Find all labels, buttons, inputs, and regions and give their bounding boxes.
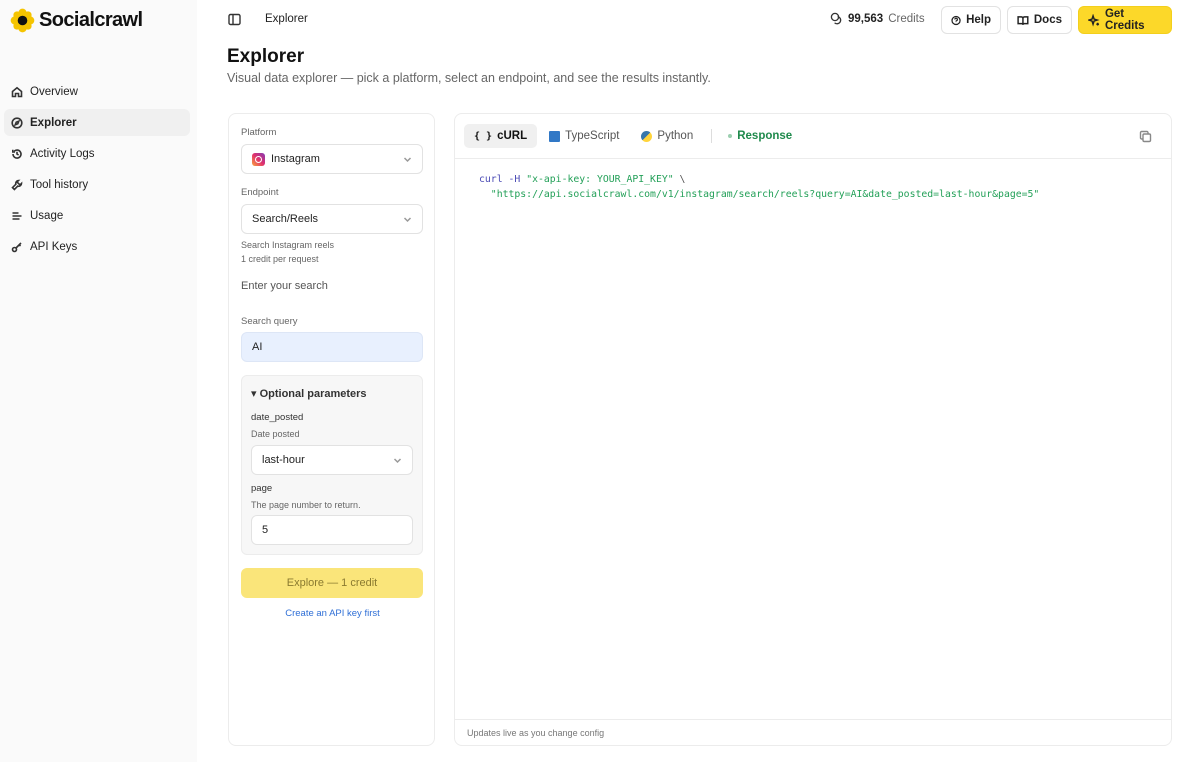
credits-display: 99,563 Credits	[830, 12, 925, 25]
chevron-down-icon	[403, 217, 412, 223]
platform-label: Platform	[241, 127, 277, 138]
sidebar-item-label: Activity Logs	[30, 147, 95, 160]
platform-value: Instagram	[271, 153, 320, 165]
sidebar-item-label: Tool history	[30, 178, 89, 191]
page-subtitle: Visual data explorer — pick a platform, …	[227, 71, 711, 85]
code-tabs: { } cURL TypeScript Python Response	[464, 123, 804, 149]
sidebar-item-tool-history[interactable]: Tool history	[4, 171, 190, 198]
tab-typescript[interactable]: TypeScript	[539, 124, 629, 148]
key-icon	[11, 241, 22, 252]
page-title: Explorer	[227, 46, 305, 67]
top-header: Explorer 99,563 Credits Help Docs Get Cr…	[197, 0, 1200, 40]
sidebar-item-api-keys[interactable]: API Keys	[4, 233, 190, 260]
enter-search-heading: Enter your search	[241, 280, 328, 292]
history-icon	[12, 148, 22, 159]
sparkle-icon	[1088, 13, 1100, 27]
page-number-value: 5	[262, 524, 269, 536]
get-credits-label: Get Credits	[1104, 8, 1145, 32]
tab-curl[interactable]: { } cURL	[464, 124, 538, 148]
explore-button[interactable]: Explore — 1 credit	[241, 568, 423, 598]
endpoint-cost: 1 credit per request	[241, 254, 319, 264]
page-description: The page number to return.	[251, 500, 361, 510]
tab-python[interactable]: Python	[631, 124, 703, 148]
optional-parameters-section: ▾ Optional parameters date_posted Date p…	[241, 375, 423, 555]
sidebar-item-usage[interactable]: Usage	[4, 202, 190, 229]
sidebar-item-explorer[interactable]: Explorer	[4, 109, 190, 136]
brand-name: Socialcrawl	[39, 9, 143, 31]
sidebar-nav: Overview Explorer Activity Logs Tool his…	[4, 78, 190, 264]
tab-response[interactable]: Response	[718, 124, 802, 148]
date-posted-select[interactable]: last-hour	[251, 445, 413, 475]
code-header-string: "x-api-key: YOUR_API_KEY"	[526, 174, 674, 185]
typescript-icon	[549, 130, 561, 142]
code-line-continuation: \	[673, 174, 686, 185]
optional-parameters-toggle[interactable]: ▾ Optional parameters	[251, 387, 367, 400]
tab-label: Response	[737, 130, 793, 142]
docs-label: Docs	[1033, 14, 1062, 26]
config-panel: Platform Instagram Endpoint Search/Reels…	[228, 113, 435, 746]
code-footer-divider	[455, 719, 1171, 720]
compass-icon	[11, 116, 23, 129]
platform-select[interactable]: Instagram	[241, 144, 423, 174]
help-button[interactable]: Help	[941, 6, 1001, 34]
search-query-input[interactable]: AI	[241, 332, 423, 362]
chevron-down-icon	[393, 458, 402, 464]
coins-icon	[830, 12, 842, 25]
endpoint-value: Search/Reels	[252, 213, 319, 225]
live-update-note: Updates live as you change config	[467, 728, 605, 738]
get-credits-button[interactable]: Get Credits	[1078, 6, 1172, 34]
code-url-string: "https://api.socialcrawl.com/v1/instagra…	[479, 189, 1040, 200]
sidebar-toggle-icon[interactable]	[228, 13, 241, 26]
list-icon	[12, 211, 22, 220]
create-api-key-link[interactable]: Create an API key first	[229, 608, 436, 619]
sidebar-item-label: Usage	[30, 209, 64, 222]
breadcrumb: Explorer	[265, 13, 308, 25]
instagram-icon	[252, 152, 265, 166]
tab-label: Python	[657, 130, 694, 142]
search-query-value: AI	[252, 341, 263, 353]
home-icon	[11, 86, 23, 97]
copy-icon[interactable]	[1139, 130, 1152, 143]
sidebar-item-overview[interactable]: Overview	[4, 78, 190, 105]
sidebar-item-activity-logs[interactable]: Activity Logs	[4, 140, 190, 167]
page-key: page	[251, 483, 273, 494]
sidebar-item-label: Explorer	[30, 116, 77, 129]
code-panel-divider	[455, 158, 1171, 159]
credits-label: Credits	[888, 12, 925, 25]
wrench-icon	[11, 179, 23, 191]
date-posted-value: last-hour	[262, 454, 305, 466]
braces-icon: { }	[474, 130, 493, 142]
code-snippet: curl -H "x-api-key: YOUR_API_KEY" \ "htt…	[479, 172, 1039, 202]
status-dot-icon	[728, 134, 733, 138]
date-posted-key: date_posted	[251, 412, 304, 423]
main-content: Explorer Visual data explorer — pick a p…	[197, 40, 1200, 762]
sidebar-item-label: API Keys	[30, 240, 78, 253]
help-circle-icon	[951, 15, 961, 25]
code-panel: { } cURL TypeScript Python Response curl…	[454, 113, 1172, 746]
tab-label: cURL	[497, 130, 528, 142]
endpoint-description: Search Instagram reels	[241, 240, 335, 250]
sidebar-item-label: Overview	[30, 85, 78, 98]
sidebar: Socialcrawl Overview Explorer Activity L…	[0, 0, 197, 762]
brand-logo[interactable]: Socialcrawl	[10, 8, 143, 33]
tab-label: TypeScript	[565, 130, 620, 142]
search-query-label: Search query	[241, 316, 298, 327]
docs-button[interactable]: Docs	[1007, 6, 1072, 34]
help-label: Help	[966, 14, 991, 26]
book-open-icon	[1017, 15, 1029, 25]
code-command: curl -H	[479, 174, 527, 185]
endpoint-label: Endpoint	[241, 187, 279, 198]
logo-icon	[10, 8, 35, 33]
endpoint-select[interactable]: Search/Reels	[241, 204, 423, 234]
date-posted-description: Date posted	[251, 429, 300, 439]
tab-separator	[711, 129, 713, 143]
chevron-down-icon	[403, 157, 412, 163]
credits-value: 99,563	[848, 12, 884, 25]
python-icon	[641, 130, 653, 142]
page-number-input[interactable]: 5	[251, 515, 413, 545]
